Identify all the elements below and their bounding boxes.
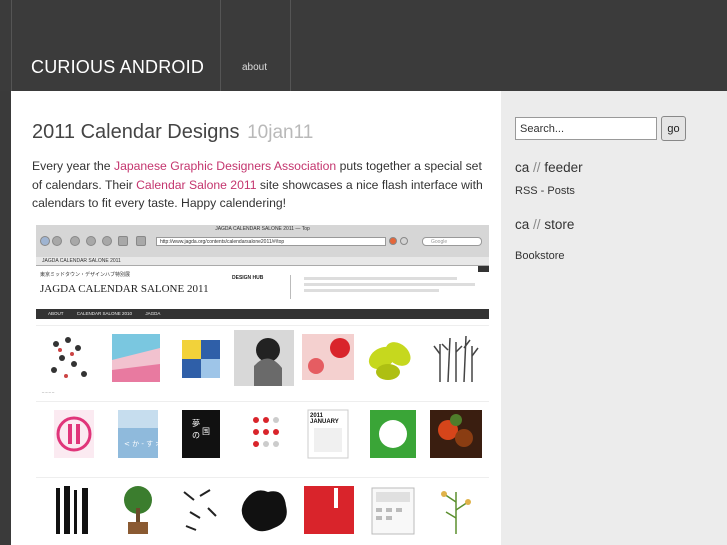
browser-url: http://www.jagda.org/contents/calendarsa… <box>156 237 386 246</box>
calendar-tile <box>362 330 422 386</box>
rss-posts-link[interactable]: RSS - Posts <box>515 185 575 197</box>
jagda-notes <box>304 275 484 295</box>
browser-search: Google <box>422 237 482 246</box>
calendar-tile <box>42 406 102 462</box>
rss-icon <box>389 237 397 245</box>
post-body: Every year the Japanese Graphic Designer… <box>32 157 494 213</box>
site-title[interactable]: CURIOUS ANDROID <box>31 57 204 78</box>
site-header: CURIOUS ANDROID about <box>0 0 727 91</box>
svg-text:< か - す >: < か - す > <box>124 440 161 448</box>
star-icon <box>400 237 408 245</box>
browser-chrome: JAGDA CALENDAR SALONE 2011 — Top http://… <box>36 225 489 257</box>
calendar-tile <box>234 406 294 462</box>
back-icon <box>40 236 50 246</box>
calendar-row: _ _ _ _ <box>36 325 489 399</box>
search-input[interactable] <box>515 117 657 140</box>
post-screenshot[interactable]: JAGDA CALENDAR SALONE 2011 — Top http://… <box>36 225 489 545</box>
header-divider <box>290 0 291 91</box>
fs-icon <box>478 266 489 272</box>
calendar-tile <box>426 406 486 462</box>
calendar-tile <box>362 482 422 538</box>
calendar-tile: < か - す > <box>106 406 166 462</box>
tile-label: 2011 JANUARY <box>310 413 339 425</box>
calendar-tile <box>170 482 230 538</box>
stop-icon <box>70 236 80 246</box>
reload-icon <box>86 236 96 246</box>
browser-tab: JAGDA CALENDAR SALONE 2011 <box>36 257 489 266</box>
browser-window-title: JAGDA CALENDAR SALONE 2011 — Top <box>215 226 310 232</box>
jagda-subtitle: 東京ミッドタウン・デザインハブ特別展 <box>40 272 131 278</box>
tile-caption: _ _ _ _ <box>42 388 55 393</box>
header-divider <box>220 0 221 91</box>
design-hub-logo: DESIGN HUB <box>232 275 264 281</box>
nav-about-link[interactable]: about <box>242 62 267 73</box>
widget-prefix: ca <box>515 217 530 232</box>
svg-text:国: 国 <box>202 427 210 436</box>
jagda-link[interactable]: Japanese Graphic Designers Association <box>114 159 336 173</box>
calendar-salone-link[interactable]: Calendar Salone 2011 <box>136 178 256 192</box>
calendar-tile <box>362 406 422 462</box>
widget-prefix: ca <box>515 160 530 175</box>
forward-icon <box>52 236 62 246</box>
calendar-tile <box>42 482 102 538</box>
post-title: 2011 Calendar Designs 10jan11 <box>32 121 313 144</box>
calendar-tile: 2011 JANUARY <box>298 406 358 462</box>
svg-text:の: の <box>192 431 200 440</box>
jagda-nav-item: ABOUT <box>48 311 64 316</box>
post-date: 10jan11 <box>247 122 314 143</box>
search-go-button[interactable]: go <box>661 116 686 141</box>
calendar-row: < か - す > 夢の国 2011 JANUARY <box>36 401 489 475</box>
jagda-site-name: JAGDA CALENDAR SALONE 2011 <box>40 283 209 295</box>
calendar-tile <box>298 482 358 538</box>
widget-name: feeder <box>544 160 583 175</box>
page-content: 2011 Calendar Designs 10jan11 Every year… <box>11 91 727 545</box>
calendar-tile <box>234 330 294 386</box>
bookmark-icon <box>118 236 128 246</box>
post-title-text[interactable]: 2011 Calendar Designs <box>32 121 240 143</box>
calendar-tile <box>298 330 358 386</box>
header-divider <box>11 0 12 91</box>
calendar-row <box>36 477 489 545</box>
widget-title-store: ca // store <box>515 217 574 232</box>
calendar-tile <box>106 330 166 386</box>
widget-separator: // <box>533 217 541 232</box>
widget-name: store <box>544 217 575 232</box>
calendar-tile: 夢の国 <box>170 406 230 462</box>
svg-text:夢: 夢 <box>192 418 200 428</box>
divider <box>290 275 291 299</box>
widget-separator: // <box>533 160 541 175</box>
home-icon <box>102 236 112 246</box>
jagda-nav-item: JAGDA <box>145 311 161 316</box>
calendar-tile <box>106 482 166 538</box>
body-text: Every year the <box>32 159 114 173</box>
main-column: 2011 Calendar Designs 10jan11 Every year… <box>11 91 501 545</box>
sidebar: go ca // feeder RSS - Posts ca // store … <box>501 91 727 545</box>
jagda-nav: ABOUT CALENDAR SALONE 2010 JAGDA <box>36 309 489 319</box>
bookstore-link[interactable]: Bookstore <box>515 250 565 262</box>
calendar-tile <box>426 330 486 386</box>
jagda-nav-item: CALENDAR SALONE 2010 <box>76 311 133 316</box>
print-icon <box>136 236 146 246</box>
calendar-tile <box>170 330 230 386</box>
calendar-tile <box>234 482 294 538</box>
calendar-tile <box>426 482 486 538</box>
widget-title-feeder: ca // feeder <box>515 160 583 175</box>
calendar-tile <box>42 330 102 386</box>
